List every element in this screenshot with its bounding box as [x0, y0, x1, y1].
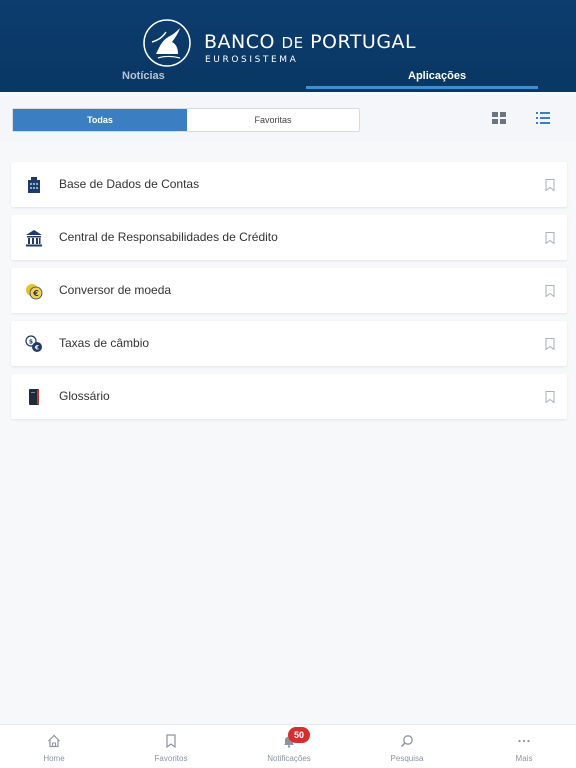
list-item-label: Glossário	[59, 389, 110, 403]
tab-noticias[interactable]: Notícias	[122, 70, 165, 82]
brand-title: BANCO DE PORTUGAL	[204, 31, 416, 53]
filter-bar: Todas Favoritas	[0, 96, 576, 142]
nav-label: Mais	[515, 754, 533, 763]
svg-text:$: $	[29, 339, 33, 346]
nav-label: Pesquisa	[390, 754, 424, 763]
nav-favoritos[interactable]: Favoritos	[121, 725, 221, 768]
bookmark-icon[interactable]	[545, 391, 555, 403]
list-item-label: Taxas de câmbio	[59, 336, 150, 350]
bookmark-icon[interactable]	[545, 338, 555, 350]
bookmark-icon	[166, 734, 176, 748]
tab-aplicacoes[interactable]: Aplicações	[408, 70, 466, 82]
banco-de-portugal-logo: BANCO DE PORTUGAL EUROSISTEMA	[142, 18, 442, 68]
segmented-control: Todas Favoritas	[12, 108, 360, 132]
bookmark-icon[interactable]	[545, 179, 555, 191]
list-item-central-responsabilidades[interactable]: Central de Responsabilidades de Crédito	[11, 215, 567, 260]
more-icon	[518, 739, 530, 743]
active-tab-indicator	[306, 86, 538, 89]
brand-name: BANCO	[204, 31, 275, 53]
list-item-base-de-dados[interactable]: Base de Dados de Contas	[11, 162, 567, 207]
building-icon	[28, 177, 40, 193]
svg-text:€: €	[34, 345, 39, 352]
exchange-icon: $ €	[25, 335, 42, 352]
nav-home[interactable]: Home	[4, 725, 104, 768]
nav-pesquisa[interactable]: Pesquisa	[357, 725, 457, 768]
nav-mais[interactable]: Mais	[474, 725, 574, 768]
segment-todas[interactable]: Todas	[13, 109, 187, 131]
list-item-taxas-cambio[interactable]: $ € Taxas de câmbio	[11, 321, 567, 366]
nav-label: Home	[43, 754, 65, 763]
grid-icon[interactable]	[492, 112, 506, 124]
list-item-label: Base de Dados de Contas	[59, 177, 200, 191]
bank-icon	[26, 230, 42, 247]
notification-badge: 50	[288, 727, 310, 743]
svg-text:€: €	[32, 289, 39, 298]
coin-icon: €	[26, 284, 43, 300]
brand-country: PORTUGAL	[310, 31, 417, 53]
home-icon	[48, 734, 60, 748]
list-item-glossario[interactable]: Glossário	[11, 374, 567, 419]
search-icon	[400, 735, 413, 748]
bookmark-icon[interactable]	[545, 285, 555, 297]
nav-label: Notificações	[267, 754, 311, 763]
app-list: Base de Dados de Contas Central de Respo…	[11, 162, 567, 427]
list-icon[interactable]	[536, 112, 550, 124]
list-item-label: Central de Responsabilidades de Crédito	[59, 230, 278, 244]
list-item-conversor-moeda[interactable]: € Conversor de moeda	[11, 268, 567, 313]
app-header: BANCO DE PORTUGAL EUROSISTEMA Notícias A…	[0, 0, 576, 92]
bookmark-icon[interactable]	[545, 232, 555, 244]
segment-favoritas[interactable]: Favoritas	[187, 109, 359, 131]
brand-subtitle: EUROSISTEMA	[205, 55, 299, 65]
list-item-label: Conversor de moeda	[59, 283, 172, 297]
brand-connector: DE	[281, 34, 304, 52]
book-icon	[29, 389, 39, 405]
nav-label: Favoritos	[154, 754, 188, 763]
emblem-icon	[143, 19, 191, 67]
